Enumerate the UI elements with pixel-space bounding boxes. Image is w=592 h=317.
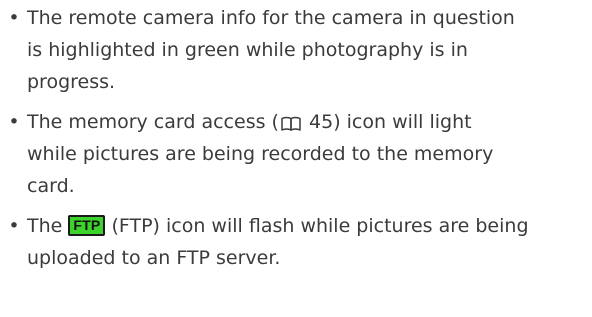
list-item: • The FTP (FTP) icon will flash while pi… bbox=[0, 210, 592, 274]
bullet-list: • The remote camera info for the camera … bbox=[0, 2, 592, 274]
text-segment: ) icon will light bbox=[333, 111, 472, 133]
bullet-dot: • bbox=[8, 7, 20, 29]
text-line: uploaded to an FTP server. bbox=[27, 247, 281, 269]
bullet-dot: • bbox=[8, 215, 20, 237]
text-segment: The memory card access ( bbox=[27, 111, 279, 133]
text-line: The remote camera info for the camera in… bbox=[27, 7, 515, 29]
list-item: • The remote camera info for the camera … bbox=[0, 2, 592, 98]
document-page: • The remote camera info for the camera … bbox=[0, 0, 592, 317]
text-line: The memory card access ( 45) icon will l… bbox=[27, 106, 592, 138]
text-line: while pictures are being recorded to the… bbox=[27, 143, 494, 165]
text-segment: The bbox=[27, 215, 69, 237]
text-line: progress. bbox=[27, 71, 116, 93]
text-segment: (FTP) icon will flash while pictures are… bbox=[105, 215, 529, 237]
book-icon bbox=[281, 109, 301, 141]
text-line: card. bbox=[27, 175, 75, 197]
text-line: The FTP (FTP) icon will flash while pict… bbox=[27, 210, 592, 242]
list-item: • The memory card access ( 45) icon will… bbox=[0, 106, 592, 202]
ftp-icon: FTP bbox=[68, 215, 106, 236]
text-line: is highlighted in green while photograph… bbox=[27, 39, 468, 61]
bullet-dot: • bbox=[8, 111, 20, 133]
page-reference[interactable]: 45 bbox=[309, 111, 333, 133]
